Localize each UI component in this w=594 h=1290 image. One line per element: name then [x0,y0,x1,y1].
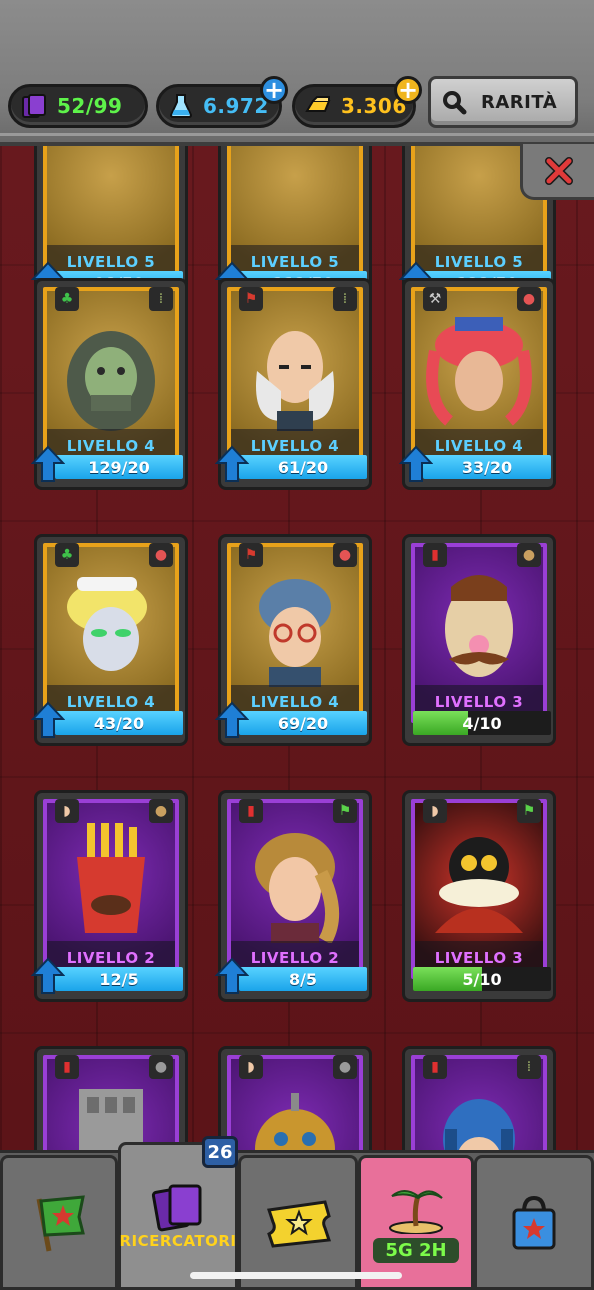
upgrade-arrow-icon[interactable] [215,445,249,483]
ammo-icon: ⁞ [149,287,173,311]
researchers-label: RICERCATORI [119,1232,237,1250]
card-progress: 61/20 [239,455,367,479]
search-icon [443,91,467,115]
cards-count: 52/99 [57,94,123,118]
top-resource-bar: 52/99 6.972 + 3.306 + RARITÀ [0,0,594,146]
card-progress: 5/10 [413,967,551,991]
potato-gentleman-portrait [445,575,513,677]
plus-icon: + [397,76,419,104]
hooded-soldier-portrait [67,331,155,431]
home-indicator [190,1272,402,1279]
flag-icon: ⚑ [239,543,263,567]
cards-icon [151,1184,202,1232]
rarity-sort-button[interactable]: RARITÀ [428,76,578,128]
researcher-card[interactable]: LIVELLO 4 ⚑ ● 69/20 [215,534,372,746]
card-progress: 8/5 [239,967,367,991]
rock-icon: ● [149,1055,173,1079]
nav-shop-tab[interactable] [474,1155,594,1290]
card-progress: 33/20 [423,455,551,479]
fire-extinguisher-icon: ▮ [55,1055,79,1079]
muscle-icon: ◗ [55,799,79,823]
plus-icon: + [263,76,285,104]
card-progress: 129/20 [55,455,183,479]
card-progress: 12/5 [55,967,183,991]
researcher-card[interactable]: LIVELLO 4 ♣ ⁞ 129/20 [31,278,188,490]
bald-scientist-portrait [256,331,334,431]
clover-icon: ♣ [55,543,79,567]
upgrade-arrow-icon[interactable] [215,957,249,995]
ghost-nurse-portrait [67,577,147,671]
ticket-star-icon [267,1199,332,1248]
golf-icon: ⚑ [517,799,541,823]
nav-missions-tab[interactable] [0,1155,118,1290]
nav-island-event-tab[interactable]: 5G 2H [358,1155,474,1290]
red-haired-lady-portrait [426,317,532,426]
hammer-icon: ⚒ [423,287,447,311]
muscle-icon: ◗ [423,799,447,823]
card-progress: 4/10 [413,711,551,735]
helmet-scientist-portrait [259,579,331,687]
blonde-woman-portrait [255,833,340,943]
nav-tickets-tab[interactable] [238,1155,358,1290]
upgrade-arrow-icon[interactable] [399,445,433,483]
flask-icon [169,94,193,118]
close-button[interactable] [520,144,594,200]
event-timer: 5G 2H [373,1238,459,1263]
fire-extinguisher-icon: ▮ [423,1055,447,1079]
upgrade-arrow-icon[interactable] [31,445,65,483]
researcher-card[interactable]: LIVELLO 4 ⚒ ● 33/20 [399,278,556,490]
fire-extinguisher-icon: ▮ [423,543,447,567]
close-icon [544,156,573,185]
researcher-card[interactable]: LIVELLO 4 ⚑ ⁞ 61/20 [215,278,372,490]
fries-man-portrait [77,823,145,933]
potato-icon: ● [149,799,173,823]
pill-icon: ● [149,543,173,567]
fire-extinguisher-icon: ▮ [239,799,263,823]
researchers-badge: 26 [202,1136,238,1168]
rarity-label: RARITÀ [481,91,558,113]
cards-counter: 52/99 [8,84,148,128]
rock-icon: ● [333,1055,357,1079]
ammo-icon: ⁞ [333,287,357,311]
flasks-count: 6.972 [203,94,269,118]
researcher-card[interactable]: LIVELLO 2 ◗ ● 12/5 [31,790,188,1002]
muscle-icon: ◗ [239,1055,263,1079]
potato-icon: ● [517,543,541,567]
card-progress: 43/20 [55,711,183,735]
researcher-card[interactable]: LIVELLO 3 ◗ ⚑ 5/10 [402,790,556,1002]
clover-icon: ♣ [55,287,79,311]
pill-icon: ● [333,543,357,567]
flag-star-icon [36,1194,85,1251]
cards-icon [22,94,46,118]
gold-bar-icon [305,96,331,112]
upgrade-arrow-icon[interactable] [31,701,65,739]
researcher-card[interactable]: LIVELLO 2 ▮ ⚑ 8/5 [215,790,372,1002]
palm-island-icon [389,1190,443,1234]
flag-icon: ⚑ [239,287,263,311]
researcher-card[interactable]: LIVELLO 4 ♣ ● 43/20 [31,534,188,746]
upgrade-arrow-icon[interactable] [31,957,65,995]
card-progress: 69/20 [239,711,367,735]
researcher-card[interactable]: LIVELLO 3 ▮ ● 4/10 [402,534,556,746]
golf-icon: ⚑ [333,799,357,823]
add-gold-button[interactable]: + [394,76,422,104]
ammo-icon: ⁞ [517,1055,541,1079]
upgrade-arrow-icon[interactable] [215,701,249,739]
add-flasks-button[interactable]: + [260,76,288,104]
shopping-bag-icon [512,1195,556,1249]
masked-chef-portrait [435,837,523,933]
pill-icon: ● [517,287,541,311]
